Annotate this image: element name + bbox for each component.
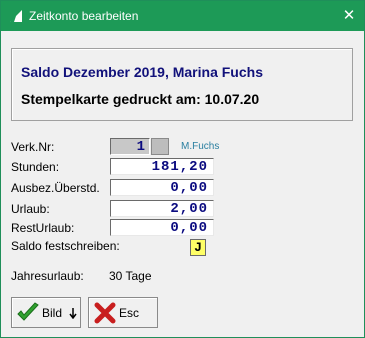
esc-button[interactable]: Esc bbox=[88, 297, 158, 328]
jahresurlaub-label: Jahresurlaub: bbox=[11, 269, 84, 283]
saldo-heading: Saldo Dezember 2019, Marina Fuchs bbox=[21, 64, 263, 80]
verk-nr-label: Verk.Nr: bbox=[11, 140, 55, 154]
saldo-festschreiben-label: Saldo festschreiben: bbox=[11, 239, 120, 253]
ausbez-ueberstd-label: Ausbez.Überstd. bbox=[11, 181, 100, 195]
bild-down-button[interactable]: Bild bbox=[11, 297, 81, 328]
urlaub-input[interactable]: 2,00 bbox=[110, 200, 214, 217]
resturlaub-input[interactable]: 0,00 bbox=[110, 219, 214, 236]
employee-short-name: M.Fuchs bbox=[181, 141, 220, 152]
esc-button-label: Esc bbox=[119, 306, 140, 320]
verk-nr-value: 1 bbox=[136, 139, 145, 155]
jahresurlaub-value: 30 Tage bbox=[109, 269, 152, 283]
window-title: Zeitkonto bearbeiten bbox=[29, 9, 139, 23]
resturlaub-value: 0,00 bbox=[170, 220, 208, 236]
resturlaub-label: RestUrlaub: bbox=[11, 221, 75, 235]
urlaub-value: 2,00 bbox=[170, 201, 208, 217]
stunden-label: Stunden: bbox=[11, 160, 60, 174]
arrow-down-icon bbox=[69, 308, 77, 319]
checkmark-icon bbox=[17, 302, 39, 321]
ausbez-ueberstd-input[interactable]: 0,00 bbox=[110, 179, 214, 196]
verk-nr-field[interactable]: 1 bbox=[110, 138, 150, 155]
close-icon[interactable]: ✕ bbox=[334, 1, 364, 31]
app-icon bbox=[10, 10, 22, 22]
stunden-input[interactable]: 181,20 bbox=[110, 158, 214, 175]
dialog-window: Zeitkonto bearbeiten ✕ Saldo Dezember 20… bbox=[0, 0, 365, 338]
cross-icon bbox=[94, 302, 116, 324]
stunden-value: 181,20 bbox=[151, 159, 208, 175]
verk-nr-lookup-button[interactable] bbox=[151, 138, 169, 155]
print-date-line: Stempelkarte gedruckt am: 10.07.20 bbox=[21, 91, 260, 107]
saldo-festschreiben-input[interactable]: J bbox=[190, 239, 206, 256]
ausbez-ueberstd-value: 0,00 bbox=[170, 180, 208, 196]
title-bar[interactable]: Zeitkonto bearbeiten ✕ bbox=[1, 1, 364, 31]
bild-button-label: Bild bbox=[42, 306, 63, 320]
info-panel: Saldo Dezember 2019, Marina Fuchs Stempe… bbox=[11, 48, 353, 121]
urlaub-label: Urlaub: bbox=[11, 202, 50, 216]
